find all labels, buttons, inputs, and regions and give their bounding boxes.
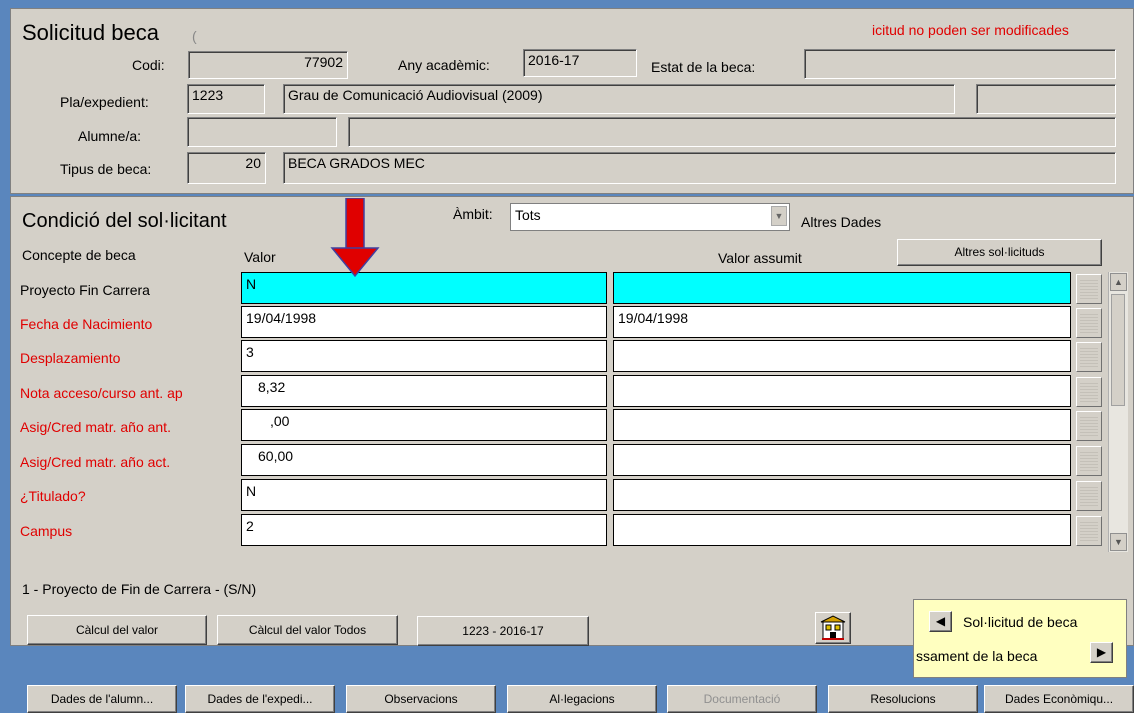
observacions-button[interactable]: Observacions (346, 685, 496, 713)
dades-alumne-button[interactable]: Dades de l'alumn... (27, 685, 177, 713)
page-title: Solicitud beca (22, 20, 159, 45)
ambit-value: Tots (515, 207, 541, 223)
row-6-concepte: ¿Titulado? (20, 488, 86, 504)
estat-field[interactable] (804, 49, 1116, 79)
alumne-id-field[interactable] (187, 117, 337, 147)
any-academic-label: Any acadèmic: (398, 57, 490, 73)
row-0-valor[interactable]: N (241, 272, 607, 304)
red-arrow-annotation (330, 198, 380, 278)
nav-solicitud-label[interactable]: Sol·licitud de beca (963, 614, 1077, 630)
codi-label: Codi: (132, 57, 165, 73)
allegacions-button[interactable]: Al·legacions (507, 685, 657, 713)
resolucions-button[interactable]: Resolucions (828, 685, 978, 713)
dades-expedient-button[interactable]: Dades de l'expedi... (185, 685, 335, 713)
row-2-detail-button[interactable] (1076, 342, 1102, 372)
row-3-concepte: Nota acceso/curso ant. ap (20, 385, 183, 401)
row-0-assumit[interactable] (613, 272, 1071, 304)
nav-processament-label[interactable]: ssament de la beca (916, 648, 1037, 664)
scroll-thumb[interactable] (1111, 294, 1125, 406)
pla-label: Pla/expedient: (60, 94, 149, 110)
altres-solicituds-button[interactable]: Altres sol·licituds (897, 239, 1102, 266)
rows-scrollbar[interactable]: ▲ ▼ (1108, 272, 1128, 552)
row-1-detail-button[interactable] (1076, 308, 1102, 338)
row-4-valor[interactable]: ,00 (241, 409, 607, 441)
row-3-detail-button[interactable] (1076, 377, 1102, 407)
calc-value-button[interactable]: Càlcul del valor (27, 615, 207, 645)
row-5-concepte: Asig/Cred matr. año act. (20, 454, 171, 470)
row-1-concepte: Fecha de Nacimiento (20, 316, 153, 332)
row-5-detail-button[interactable] (1076, 446, 1102, 476)
prev-arrow-icon[interactable]: ◀ (929, 611, 952, 632)
row-7-assumit[interactable] (613, 514, 1071, 546)
col-assumit-header: Valor assumit (718, 250, 802, 266)
row-4-concepte: Asig/Cred matr. año ant. (20, 419, 171, 435)
calc-all-button[interactable]: Càlcul del valor Todos (217, 615, 398, 645)
row-3-assumit[interactable] (613, 375, 1071, 407)
row-1-valor[interactable]: 19/04/1998 (241, 306, 607, 338)
row-2-concepte: Desplazamiento (20, 350, 121, 366)
altres-dades-label: Altres Dades (801, 214, 882, 230)
next-arrow-icon[interactable]: ▶ (1090, 642, 1113, 663)
row-5-assumit[interactable] (613, 444, 1071, 476)
col-concepte-header: Concepte de beca (22, 247, 136, 263)
condicio-title: Condició del sol·licitant (22, 210, 227, 232)
row-7-detail-button[interactable] (1076, 516, 1102, 546)
dades-economiques-button[interactable]: Dades Econòmiqu... (984, 685, 1134, 713)
row-0-detail-button[interactable] (1076, 274, 1102, 304)
row-2-valor[interactable]: 3 (241, 340, 607, 372)
row-6-valor[interactable]: N (241, 479, 607, 511)
chevron-down-icon[interactable]: ▼ (771, 206, 787, 226)
row-6-detail-button[interactable] (1076, 481, 1102, 511)
pla-name-field[interactable]: Grau de Comunicació Audiovisual (2009) (283, 84, 955, 114)
estat-label: Estat de la beca: (651, 59, 756, 75)
scroll-up-icon[interactable]: ▲ (1110, 273, 1127, 291)
row-2-assumit[interactable] (613, 340, 1071, 372)
plan-year-button[interactable]: 1223 - 2016-17 (417, 616, 589, 646)
pla-code-field[interactable]: 1223 (187, 84, 265, 114)
pla-extra-field[interactable] (976, 84, 1116, 114)
ambit-select[interactable]: Tots ▼ (510, 203, 790, 231)
row-4-assumit[interactable] (613, 409, 1071, 441)
row-1-assumit[interactable]: 19/04/1998 (613, 306, 1071, 338)
redacted-mark: ( (192, 28, 197, 44)
row-4-detail-button[interactable] (1076, 411, 1102, 441)
documentacio-button: Documentació (667, 685, 817, 713)
field-hint: 1 - Proyecto de Fin de Carrera - (S/N) (22, 581, 257, 597)
row-5-valor[interactable]: 60,00 (241, 444, 607, 476)
tipus-name-field[interactable]: BECA GRADOS MEC (283, 152, 1116, 184)
row-7-valor[interactable]: 2 (241, 514, 607, 546)
row-6-assumit[interactable] (613, 479, 1071, 511)
alumne-name-field[interactable] (348, 117, 1116, 147)
row-0-concepte: Proyecto Fin Carrera (20, 282, 150, 298)
readonly-warning: icitud no poden ser modificades (872, 22, 1069, 38)
col-valor-header: Valor (244, 249, 276, 265)
ambit-label: Àmbit: (453, 206, 493, 222)
tipus-label: Tipus de beca: (60, 161, 152, 177)
row-3-valor[interactable]: 8,32 (241, 375, 607, 407)
tipus-code-field[interactable]: 20 (187, 152, 266, 184)
alumne-label: Alumne/a: (78, 128, 142, 144)
row-7-concepte: Campus (20, 523, 73, 539)
any-academic-field[interactable]: 2016-17 (523, 49, 637, 77)
codi-field[interactable]: 77902 (188, 51, 348, 79)
exit-building-icon[interactable] (815, 612, 851, 644)
scroll-down-icon[interactable]: ▼ (1110, 533, 1127, 551)
